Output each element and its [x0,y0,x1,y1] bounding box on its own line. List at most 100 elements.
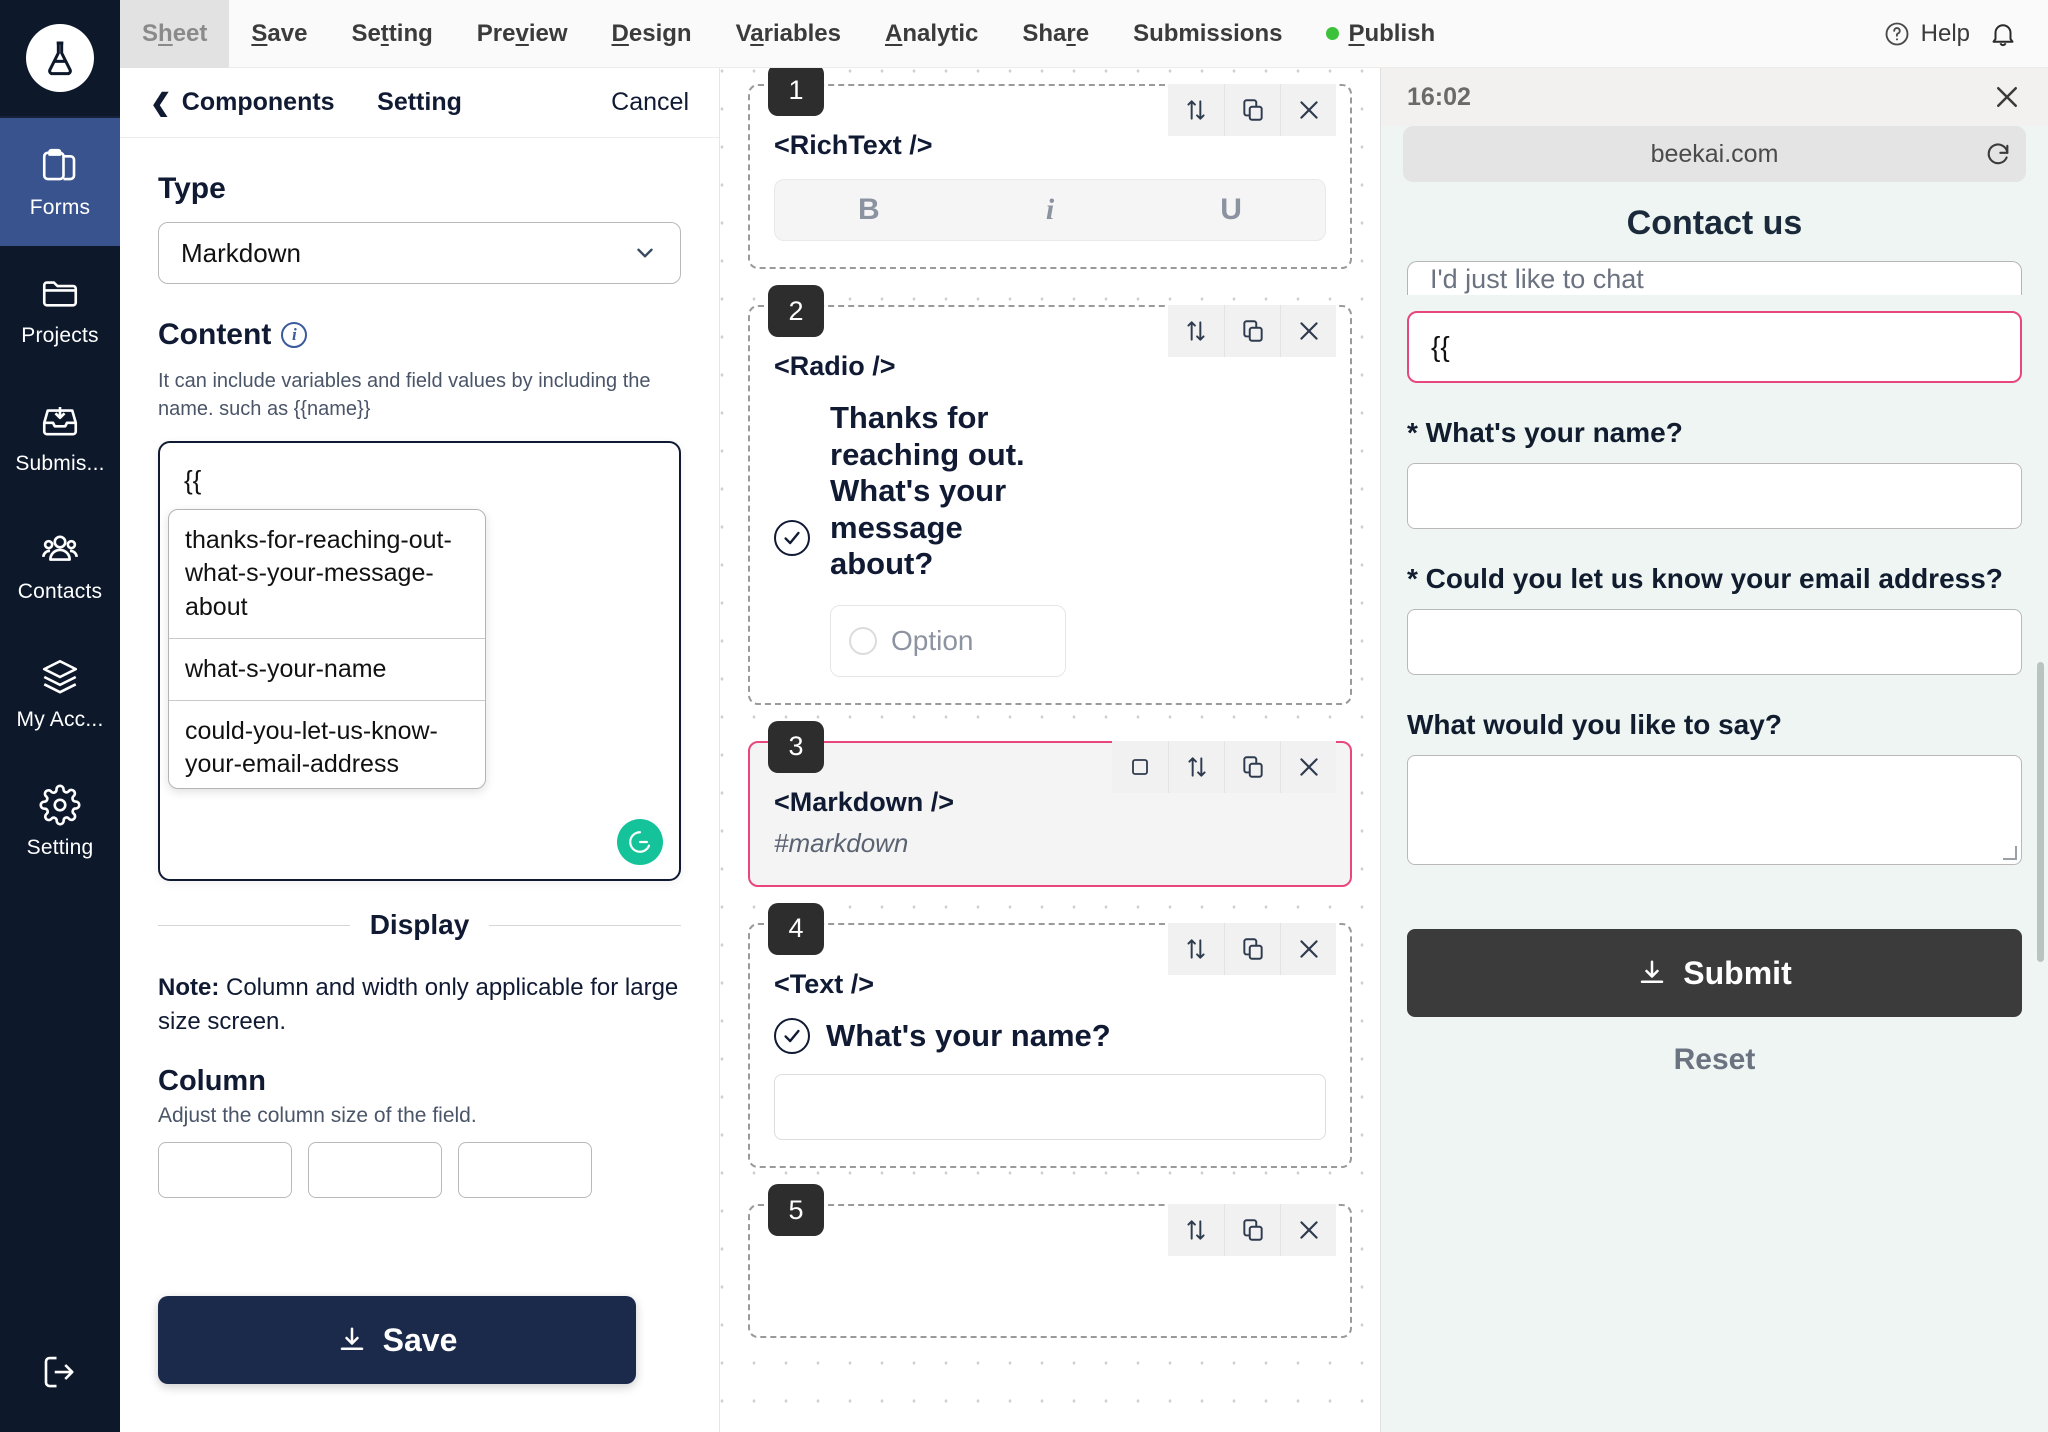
preview-name-input[interactable] [1407,463,2022,529]
card-index-badge: 3 [768,720,824,773]
radio-option[interactable]: Option [830,604,1066,677]
preview-reset-button[interactable]: Reset [1407,1043,2022,1077]
preview-markdown-field[interactable]: {{ [1407,311,2022,383]
preview-scrollbar[interactable] [2037,662,2044,962]
chevron-down-icon [632,240,658,266]
close-icon[interactable] [1280,740,1336,793]
variable-autocomplete-list[interactable]: thanks-for-reaching-out-what-s-your-mess… [168,509,486,790]
sort-icon[interactable] [1168,305,1224,357]
sort-icon[interactable] [1168,1204,1224,1257]
sort-icon[interactable] [1168,740,1224,793]
preview-form-title: Contact us [1626,204,1803,242]
copy-icon[interactable] [1224,740,1280,793]
copy-icon[interactable] [1224,1204,1280,1257]
content-editor-wrap: {{ thanks-for-reaching-out-what-s-your-m… [158,441,681,882]
preview-field-label-message: What would you like to say? [1407,709,1782,740]
sort-icon[interactable] [1168,84,1224,136]
preview-form-body[interactable]: Contact us I'd just like to chat {{ * Wh… [1381,192,2048,1432]
back-to-components-button[interactable]: ❮ Components [150,88,335,117]
preview-field-label-email: * Could you let us know your email addre… [1407,563,2003,594]
close-icon[interactable] [1280,922,1336,975]
back-label: Components [181,88,335,116]
card-partial-body [774,1250,1326,1310]
app-root: Forms Projects Submis... Contacts My Acc… [0,0,2048,1432]
radio-option-label: Option [891,624,974,656]
close-icon[interactable] [1280,305,1336,357]
underline-button[interactable]: U [1220,193,1242,227]
close-icon[interactable] [1280,1204,1336,1257]
sidebar-item-setting[interactable]: Setting [0,758,120,886]
column-option-3[interactable] [458,1142,592,1199]
save-button-label: Save [382,1321,458,1358]
radio-question-row: Thanks for reaching out. What's your mes… [774,400,1326,583]
type-select-value: Markdown [181,237,301,268]
form-canvas[interactable]: 1 <RichText /> B i U 2 <Radio /> Thanks … [720,68,1380,1432]
preview-cutoff-option[interactable]: I'd just like to chat [1407,261,2022,295]
sidebar-item-forms[interactable]: Forms [0,118,120,246]
help-label: Help [1920,19,1970,47]
preview-email-input[interactable] [1407,609,2022,675]
menu-item-analytic[interactable]: Analytic [863,0,1000,68]
sidebar-item-contacts[interactable]: Contacts [0,502,120,630]
close-icon[interactable] [1280,84,1336,136]
component-card-markdown[interactable]: 3 <Markdown /> #markdown [748,720,1352,887]
cancel-button[interactable]: Cancel [611,88,689,117]
copy-icon[interactable] [1224,84,1280,136]
close-icon[interactable] [1992,82,2022,112]
copy-icon[interactable] [1224,305,1280,357]
menu-item-preview[interactable]: Preview [455,0,590,68]
menu-item-publish[interactable]: Publish [1304,0,1457,68]
sidebar-item-label: Projects [21,324,99,347]
sidebar-item-projects[interactable]: Projects [0,246,120,374]
list-item[interactable]: thanks-for-reaching-out-what-s-your-mess… [169,510,485,639]
preview-url-bar[interactable]: beekai.com [1403,126,2026,182]
reload-icon[interactable] [1984,140,2012,168]
menu-item-save[interactable]: Save [229,0,329,68]
radio-circle-icon [849,626,877,655]
component-card-radio[interactable]: 2 <Radio /> Thanks for reaching out. Wha… [748,285,1352,705]
menu-item-design[interactable]: Design [590,0,714,68]
sort-icon[interactable] [1168,922,1224,975]
preview-submit-button[interactable]: Submit [1407,929,2022,1017]
type-select[interactable]: Markdown [158,222,681,284]
list-item[interactable]: could-you-let-us-know-your-email-address [169,701,485,788]
preview-pane: 16:02 beekai.com Contact us I'd just lik… [1380,68,2048,1432]
preview-message-textarea[interactable] [1407,755,2022,865]
menu-item-variables[interactable]: Variables [714,0,863,68]
menu-item-submissions[interactable]: Submissions [1111,0,1304,68]
save-button[interactable]: Save [158,1296,636,1384]
sidebar-item-submissions[interactable]: Submis... [0,374,120,502]
menu-item-sheet[interactable]: Sheet [120,0,230,68]
list-item[interactable]: what-s-your-name [169,639,485,702]
folder-icon [39,272,81,314]
display-note: Note: Column and width only applicable f… [158,971,681,1039]
help-button[interactable]: Help [1883,20,1970,48]
square-icon[interactable] [1112,740,1168,793]
text-input-preview[interactable] [774,1074,1326,1141]
menu-item-share[interactable]: Share [1000,0,1111,68]
richtext-toolbar[interactable]: B i U [774,179,1326,241]
notifications-button[interactable] [1988,19,2018,49]
italic-button[interactable]: i [1046,193,1054,227]
component-card-text[interactable]: 4 <Text /> What's your name? [748,902,1352,1169]
preview-time: 16:02 [1407,82,1471,111]
menu-item-setting[interactable]: Setting [329,0,454,68]
card-toolbar [1168,922,1336,975]
chevron-left-icon: ❮ [150,88,172,117]
info-icon[interactable]: i [281,322,308,348]
copy-icon[interactable] [1224,922,1280,975]
sidebar-item-my-account[interactable]: My Acc... [0,630,120,758]
sidebar-item-label: Submis... [15,452,105,475]
component-card-partial[interactable]: 5 [748,1184,1352,1339]
component-card-richtext[interactable]: 1 <RichText /> B i U [748,68,1352,269]
app-logo[interactable] [0,0,120,118]
sidebar-item-label: My Acc... [16,708,104,731]
column-option-1[interactable] [158,1142,292,1199]
display-section-divider: Display [158,909,682,941]
bold-button[interactable]: B [858,193,880,227]
column-sub-label: Adjust the column size of the field. [158,1104,477,1128]
card-toolbar [1168,305,1336,357]
logout-button[interactable] [0,1312,120,1432]
grammarly-icon[interactable] [617,819,663,866]
column-option-2[interactable] [308,1142,442,1199]
